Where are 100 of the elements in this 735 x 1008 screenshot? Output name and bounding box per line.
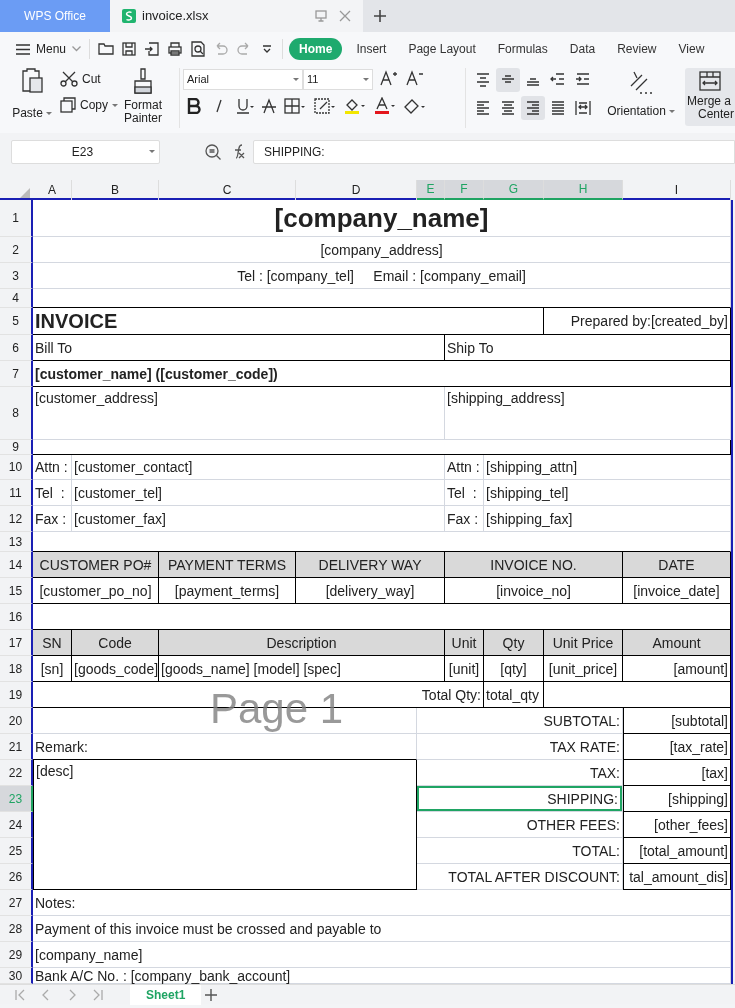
font-size-field[interactable]: 11 (303, 69, 373, 90)
row-header[interactable]: 9 (0, 440, 33, 455)
copy-button[interactable]: Copy (60, 96, 118, 114)
sheet-cell[interactable]: Tel : [company_tel] Email : [company_email] (33, 263, 731, 289)
eraser-icon[interactable] (404, 98, 426, 114)
sheet-cell[interactable]: Amount (623, 630, 731, 656)
sheet-cell[interactable]: Attn : (445, 455, 484, 480)
sheet-cell[interactable]: [shipping_fax] (484, 506, 731, 532)
sheet-cell[interactable]: [unit_price] (544, 656, 623, 682)
row-header[interactable]: 27 (0, 890, 33, 916)
row-header[interactable]: 7 (0, 361, 33, 387)
print-preview-icon[interactable] (190, 41, 207, 57)
sheet-cell[interactable]: [goods_name] [model] [spec] (159, 656, 445, 682)
zoom-icon[interactable] (204, 142, 222, 161)
row-header[interactable]: 18 (0, 656, 33, 682)
row-header[interactable]: 25 (0, 838, 33, 864)
sheet-cell[interactable]: [qty] (484, 656, 544, 682)
sheet-cell[interactable]: Unit (445, 630, 484, 656)
sheet-cell[interactable]: [invoice_no] (445, 578, 623, 604)
row-header[interactable]: 28 (0, 916, 33, 942)
menu-button[interactable]: Menu (16, 40, 90, 58)
sheet-cell[interactable]: [company_name] (33, 200, 731, 237)
italic-icon[interactable] (214, 98, 224, 114)
sheet-cell[interactable]: Description (159, 630, 445, 656)
sheet-cell[interactable]: tal_amount_dis] (623, 864, 731, 890)
row-header[interactable]: 1 (0, 200, 33, 237)
paste-button[interactable]: Paste (12, 68, 52, 126)
sheet-cell[interactable]: [customer_fax] (72, 506, 445, 532)
row-header[interactable]: 19 (0, 682, 33, 708)
sheet-cell[interactable]: [customer_name] ([customer_code]) (33, 361, 731, 387)
align-right-button[interactable] (521, 96, 545, 120)
sheet-cell[interactable]: [tax] (623, 760, 731, 786)
ribbon-tab[interactable]: Review (611, 38, 663, 60)
row-header[interactable]: 11 (0, 480, 33, 506)
sheet-cell[interactable]: [shipping_tel] (484, 480, 731, 506)
name-box[interactable]: E23 (11, 139, 160, 164)
sheet-cell[interactable]: Payment of this invoice must be crossed and payable to (33, 916, 731, 942)
bold-icon[interactable] (187, 98, 201, 114)
sheet-cell[interactable]: TOTAL: (417, 838, 623, 864)
row-header[interactable]: 5 (0, 308, 33, 335)
export-icon[interactable] (144, 41, 161, 57)
sheet-cell[interactable]: [payment_terms] (159, 578, 296, 604)
sheet-cell[interactable]: INVOICE (33, 308, 544, 335)
save-icon[interactable] (121, 41, 138, 57)
sheet-cell[interactable]: Unit Price (544, 630, 623, 656)
merge-and-center-button[interactable]: Merge a Center (685, 68, 735, 126)
sheet-cell[interactable]: [customer_address] (33, 387, 445, 440)
sheet-cell[interactable]: DELIVERY WAY (296, 552, 445, 578)
sheet-cell[interactable]: [subtotal] (623, 708, 731, 734)
row-header[interactable]: 6 (0, 335, 33, 361)
row-header[interactable]: 22 (0, 760, 33, 786)
row-header[interactable]: 14 (0, 552, 33, 578)
sheet-cell[interactable]: PAYMENT TERMS (159, 552, 296, 578)
sheet-cell[interactable]: Attn : (33, 455, 72, 480)
document-tab[interactable]: invoice.xlsx (110, 0, 363, 32)
sheet-cell[interactable]: [shipping_address] (445, 387, 731, 440)
sheet-cell[interactable]: DATE (623, 552, 731, 578)
sheet-cell[interactable]: OTHER FEES: (417, 812, 623, 838)
cut-button[interactable]: Cut (60, 70, 101, 88)
sheet-cell[interactable]: [delivery_way] (296, 578, 445, 604)
sheet-cell[interactable]: Qty (484, 630, 544, 656)
format-painter-button[interactable]: Format Painter (124, 68, 163, 125)
sheet-cell[interactable]: TOTAL AFTER DISCOUNT: (417, 864, 623, 890)
row-header[interactable]: 10 (0, 455, 33, 480)
row-header[interactable]: 26 (0, 864, 33, 890)
sheet-cell[interactable]: SUBTOTAL: (417, 708, 623, 734)
sheet-cell[interactable]: TAX RATE: (417, 734, 623, 760)
sheet-cell[interactable]: [company_name] (33, 942, 731, 968)
fill-color-icon[interactable] (344, 97, 366, 115)
sheet-cell[interactable]: [customer_po_no] (33, 578, 159, 604)
strikethrough-icon[interactable] (262, 98, 276, 114)
sheet-cell[interactable]: [amount] (623, 656, 731, 682)
sheet-cell[interactable]: SHIPPING: (417, 786, 623, 812)
row-header[interactable]: 21 (0, 734, 33, 760)
sheet-cell[interactable]: Prepared by:[created_by] (544, 308, 731, 335)
sheet-cell[interactable]: [customer_tel] (72, 480, 445, 506)
row-header[interactable]: 2 (0, 237, 33, 263)
ribbon-tab[interactable]: Page Layout (402, 38, 482, 60)
empty-cell[interactable] (544, 682, 731, 708)
sheet-cell[interactable]: SN (33, 630, 72, 656)
cell-style-icon[interactable] (314, 98, 336, 114)
sheet-cell[interactable]: Tel : (33, 480, 72, 506)
sheet-cell[interactable]: [shipping] (623, 786, 731, 812)
row-header[interactable]: 13 (0, 532, 33, 552)
align-middle-button[interactable] (496, 68, 520, 92)
close-icon[interactable] (339, 10, 351, 22)
font-name-field[interactable]: Arial (183, 69, 303, 90)
row-header[interactable]: 17 (0, 630, 33, 656)
increase-font-icon[interactable] (380, 70, 398, 86)
borders-icon[interactable] (284, 98, 306, 114)
ribbon-tab[interactable]: Formulas (491, 38, 554, 60)
sheet-cell[interactable]: Ship To (445, 335, 731, 361)
sheet-cell[interactable]: Code (72, 630, 159, 656)
row-header[interactable]: 20 (0, 708, 33, 734)
new-tab-icon[interactable] (373, 9, 387, 23)
sheet-cell[interactable]: [unit] (445, 656, 484, 682)
decrease-font-icon[interactable] (406, 70, 424, 86)
row-header[interactable]: 30 (0, 968, 33, 984)
row-header[interactable]: 24 (0, 812, 33, 838)
row-header[interactable]: 12 (0, 506, 33, 532)
